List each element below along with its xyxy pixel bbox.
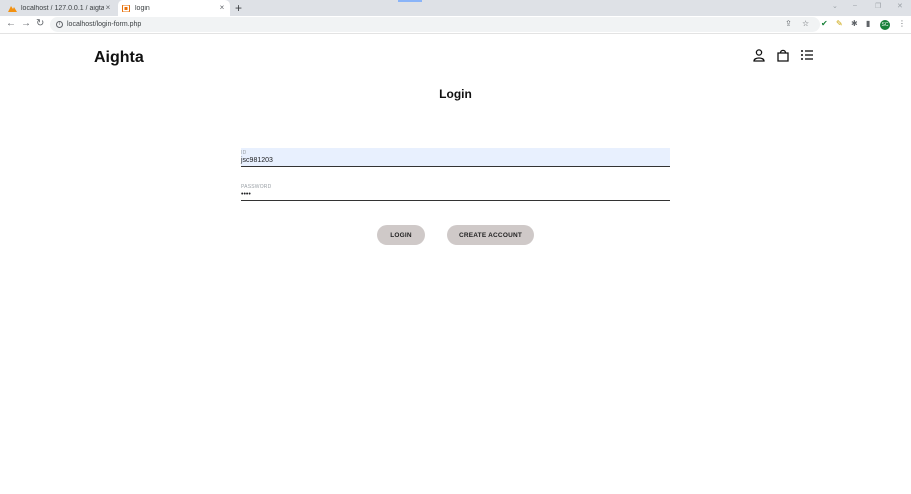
id-input-value[interactable]: jsc981203 [241,157,273,164]
extensions-puzzle-icon[interactable]: ✱ [851,19,858,29]
close-tab-icon[interactable]: × [218,4,226,12]
profile-avatar[interactable]: SC [880,20,890,30]
password-label: PASSWORD [241,184,272,190]
menu-list-icon[interactable] [800,48,814,62]
create-account-button[interactable]: CREATE ACCOUNT [447,225,534,245]
id-label: ID [241,150,247,156]
phpmyadmin-icon [8,5,17,12]
tab-title: login [135,4,150,12]
reload-icon[interactable]: ↻ [36,18,44,30]
close-tab-icon[interactable]: × [104,4,112,12]
password-field[interactable]: PASSWORD •••• [241,182,670,201]
extension-pen-icon[interactable]: ✎ [836,19,843,29]
browser-menu-icon[interactable]: ⋮ [898,19,906,29]
restore-icon[interactable]: ❐ [875,2,881,10]
site-info-icon[interactable]: i [56,21,63,28]
url-text: localhost/login-form.php [67,21,142,28]
login-button[interactable]: LOGIN [377,225,425,245]
extension-check-icon[interactable]: ✔ [821,19,828,29]
loading-indicator [398,0,422,2]
back-icon[interactable]: ← [6,18,16,30]
browser-tab-phpmyadmin[interactable]: localhost / 127.0.0.1 / aigta / sc × [4,0,116,16]
address-bar[interactable]: i localhost/login-form.php [50,17,820,32]
side-panel-icon[interactable]: ▮ [866,19,870,29]
minimize-icon[interactable]: – [853,2,857,9]
tab-search-icon[interactable]: ⌄ [832,2,838,10]
browser-tab-bar: localhost / 127.0.0.1 / aigta / sc × log… [0,0,911,16]
shopping-bag-icon[interactable] [776,48,790,62]
forward-icon[interactable]: → [21,18,31,30]
id-field[interactable]: ID jsc981203 [241,148,670,167]
new-tab-icon[interactable]: + [235,1,242,15]
close-window-icon[interactable]: ✕ [897,2,903,10]
user-icon[interactable] [752,48,766,62]
site-favicon [122,4,130,12]
site-logo[interactable]: Aighta [94,49,144,67]
password-input-value[interactable]: •••• [241,191,251,198]
tab-title: localhost / 127.0.0.1 / aigta / sc [21,4,104,12]
share-icon[interactable]: ⇪ [785,19,792,29]
bookmark-star-icon[interactable]: ☆ [802,19,809,29]
page-title: Login [439,87,472,101]
browser-tab-login[interactable]: login × [118,0,230,16]
browser-toolbar: ← → ↻ i localhost/login-form.php ⇪ ☆ ✔ ✎… [0,16,911,34]
